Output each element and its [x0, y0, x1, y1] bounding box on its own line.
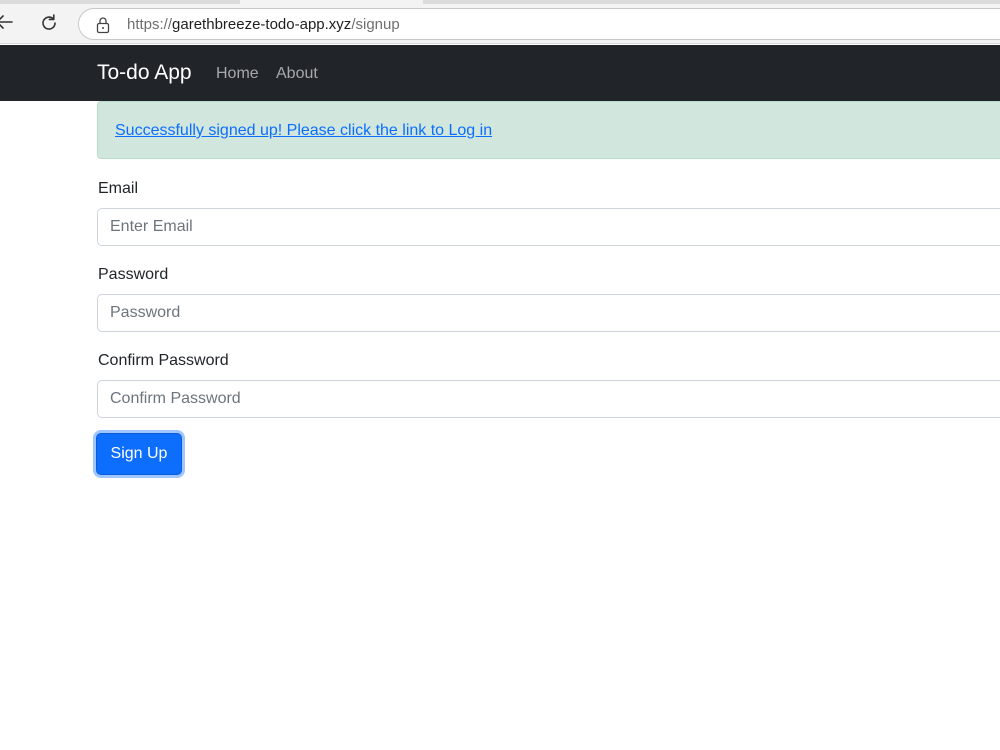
navbar-brand[interactable]: To-do App — [97, 60, 192, 86]
email-label: Email — [98, 180, 139, 197]
nav-link-home[interactable]: Home — [216, 64, 259, 84]
back-arrow-icon[interactable] — [0, 12, 14, 32]
confirm-password-field[interactable] — [97, 380, 1000, 418]
confirm-password-label: Confirm Password — [98, 352, 229, 369]
password-field[interactable] — [97, 294, 1000, 332]
address-bar[interactable]: https://garethbreeze-todo-app.xyz/signup — [78, 8, 1000, 40]
email-field[interactable] — [97, 208, 1000, 246]
url-host: garethbreeze-todo-app.xyz — [172, 16, 352, 33]
reload-icon[interactable] — [38, 12, 60, 34]
url-scheme: https:// — [127, 16, 173, 33]
nav-link-about[interactable]: About — [276, 64, 318, 84]
navbar: To-do App Home About — [0, 45, 1000, 101]
url-text[interactable]: https://garethbreeze-todo-app.xyz/signup — [127, 15, 400, 35]
active-tab[interactable] — [240, 0, 423, 4]
password-label: Password — [98, 266, 169, 283]
lock-icon[interactable] — [95, 16, 111, 34]
success-alert: Successfully signed up! Please click the… — [97, 101, 1000, 159]
tab-strip — [0, 0, 1000, 4]
sign-up-button[interactable]: Sign Up — [96, 433, 182, 475]
url-path: /signup — [351, 16, 400, 33]
login-link[interactable]: Successfully signed up! Please click the… — [115, 121, 492, 141]
browser-toolbar: https://garethbreeze-todo-app.xyz/signup — [0, 0, 1000, 44]
